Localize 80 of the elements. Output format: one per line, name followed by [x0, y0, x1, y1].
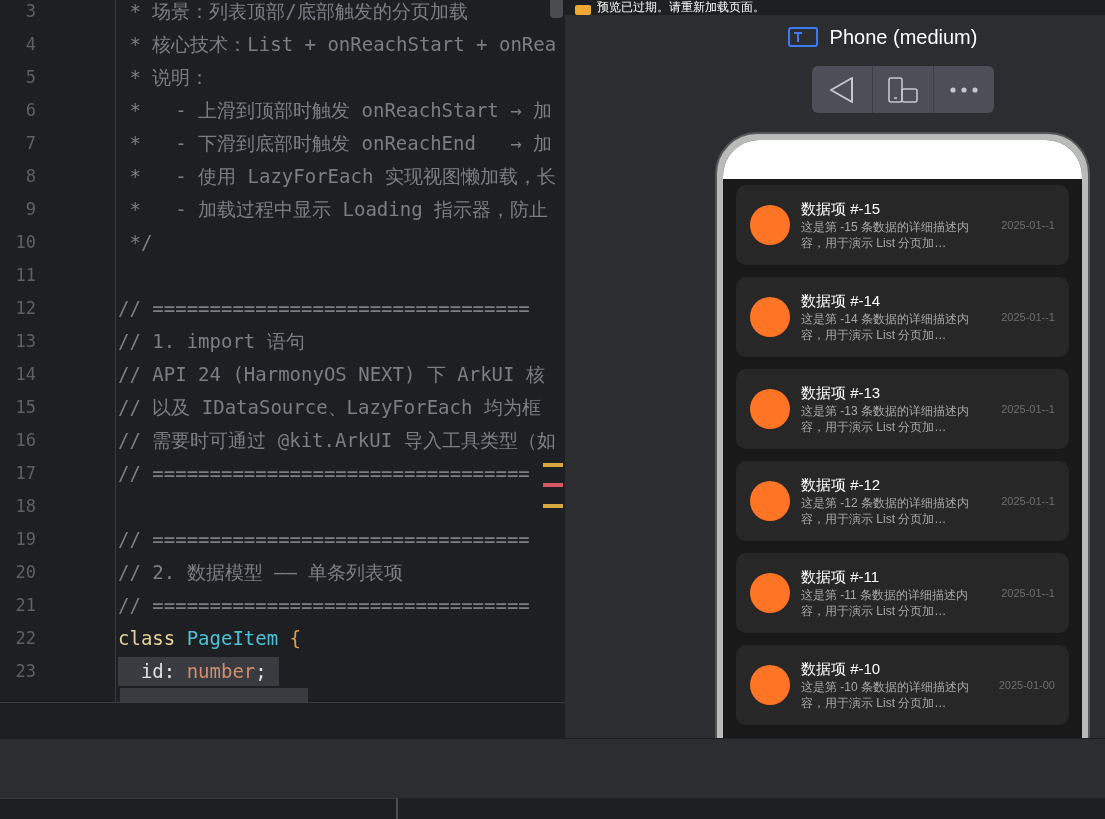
line-number: 20: [14, 560, 36, 584]
list-item-card[interactable]: 数据项 #-13 这是第 -13 条数据的详细描述内容，用于演示 List 分页加… 2025-01--1: [736, 369, 1069, 449]
code-line: * 说明：: [128, 65, 210, 91]
line-number: 18: [14, 494, 36, 518]
line-number: 3: [24, 0, 36, 23]
item-title: 数据项 #-14: [801, 291, 882, 311]
item-description: 这是第 -15 条数据的详细描述内容，用于演示 List 分页加…: [801, 219, 970, 251]
avatar-icon: [750, 665, 790, 705]
code-line: // 需要时可通过 @kit.ArkUI 导入工具类型（如: [118, 428, 556, 454]
more-icon: [949, 86, 978, 93]
code-line: // =================================: [118, 461, 530, 487]
line-number: 23: [14, 659, 36, 683]
back-icon: [828, 75, 855, 104]
line-number: 22: [14, 626, 36, 650]
line-number: 17: [14, 461, 36, 485]
item-title: 数据项 #-13: [801, 383, 882, 403]
device-icon: [787, 27, 818, 47]
line-number: 4: [24, 32, 36, 56]
item-description: 这是第 -11 条数据的详细描述内容，用于演示 List 分页加…: [801, 587, 970, 619]
item-date: 2025-01--1: [1001, 217, 1055, 233]
code-line: * - 下滑到底部时触发 onReachEnd → 加: [128, 131, 553, 157]
device-rotate-icon: [887, 76, 918, 103]
list-item-card[interactable]: 数据项 #-15 这是第 -15 条数据的详细描述内容，用于演示 List 分页加… 2025-01--1: [736, 185, 1069, 265]
line-number: 19: [14, 527, 36, 551]
item-description: 这是第 -10 条数据的详细描述内容，用于演示 List 分页加…: [801, 679, 970, 711]
line-number: 7: [24, 131, 36, 155]
line-number: 12: [14, 296, 36, 320]
item-date: 2025-01--1: [1001, 493, 1055, 509]
item-description: 这是第 -13 条数据的详细描述内容，用于演示 List 分页加…: [801, 403, 970, 435]
line-number: 16: [14, 428, 36, 452]
code-line: // API 24 (HarmonyOS NEXT) 下 ArkUI 核: [118, 362, 545, 388]
list-item-card[interactable]: 数据项 #-14 这是第 -14 条数据的详细描述内容，用于演示 List 分页加… 2025-01--1: [736, 277, 1069, 357]
item-title: 数据项 #-11: [801, 567, 881, 587]
code-line: class PageItem {: [118, 626, 302, 652]
item-description: 这是第 -14 条数据的详细描述内容，用于演示 List 分页加…: [801, 311, 970, 343]
list-item-card[interactable]: 数据项 #-10 这是第 -10 条数据的详细描述内容，用于演示 List 分页加… 2025-01-00: [736, 645, 1069, 725]
code-line: * - 使用 LazyForEach 实现视图懒加载，长: [128, 164, 556, 190]
item-date: 2025-01-00: [998, 677, 1055, 693]
line-number: 8: [24, 164, 36, 188]
code-line: * 场景：列表顶部/底部触发的分页加载: [128, 0, 468, 25]
code-line: // =================================: [118, 593, 530, 619]
line-number: 10: [14, 230, 36, 254]
code-line: * 核心技术：List + onReachStart + onRea: [128, 32, 557, 58]
list-item-card[interactable]: 数据项 #-11 这是第 -11 条数据的详细描述内容，用于演示 List 分页加… 2025-01--1: [736, 553, 1069, 633]
line-number: 9: [24, 197, 36, 221]
warning-stripe-mark[interactable]: [543, 463, 563, 467]
list-item-card[interactable]: 数据项 #-12 这是第 -12 条数据的详细描述内容，用于演示 List 分页加… 2025-01--1: [736, 461, 1069, 541]
code-line: // =================================: [118, 296, 530, 322]
avatar-icon: [750, 481, 790, 521]
scrollbar-thumb[interactable]: [550, 0, 563, 18]
code-line: */: [128, 230, 153, 256]
avatar-icon: [750, 297, 790, 337]
warning-banner-text: 预览已过期。请重新加载页面。: [597, 0, 765, 15]
line-number: 6: [24, 98, 36, 122]
code-line: // 1. import 语句: [118, 329, 305, 355]
item-title: 数据项 #-12: [801, 475, 882, 495]
warning-stripe-mark[interactable]: [543, 504, 563, 508]
code-line: // 2. 数据模型 —— 单条列表项: [118, 560, 404, 586]
code-line: // 以及 IDataSource、LazyForEach 均为框: [118, 395, 541, 421]
avatar-icon: [750, 205, 790, 245]
item-date: 2025-01--1: [1001, 585, 1055, 601]
device-name: Phone (medium): [829, 25, 978, 50]
avatar-icon: [750, 389, 790, 429]
item-date: 2025-01--1: [1001, 401, 1055, 417]
line-number: 5: [24, 65, 36, 89]
line-number: 21: [14, 593, 36, 617]
item-title: 数据项 #-10: [801, 659, 882, 679]
item-date: 2025-01--1: [1001, 309, 1055, 325]
item-title: 数据项 #-15: [801, 199, 882, 219]
error-stripe-mark[interactable]: [543, 483, 563, 487]
line-number: 14: [14, 362, 36, 386]
code-line: * - 加载过程中显示 Loading 指示器，防止: [128, 197, 549, 223]
code-line: * - 上滑到顶部时触发 onReachStart → 加: [128, 98, 553, 124]
avatar-icon: [750, 573, 790, 613]
line-number: 11: [14, 263, 36, 287]
line-number: 15: [14, 395, 36, 419]
warning-icon: [575, 5, 591, 15]
line-number: 13: [14, 329, 36, 353]
item-description: 这是第 -12 条数据的详细描述内容，用于演示 List 分页加…: [801, 495, 970, 527]
code-line: // =================================: [118, 527, 530, 553]
